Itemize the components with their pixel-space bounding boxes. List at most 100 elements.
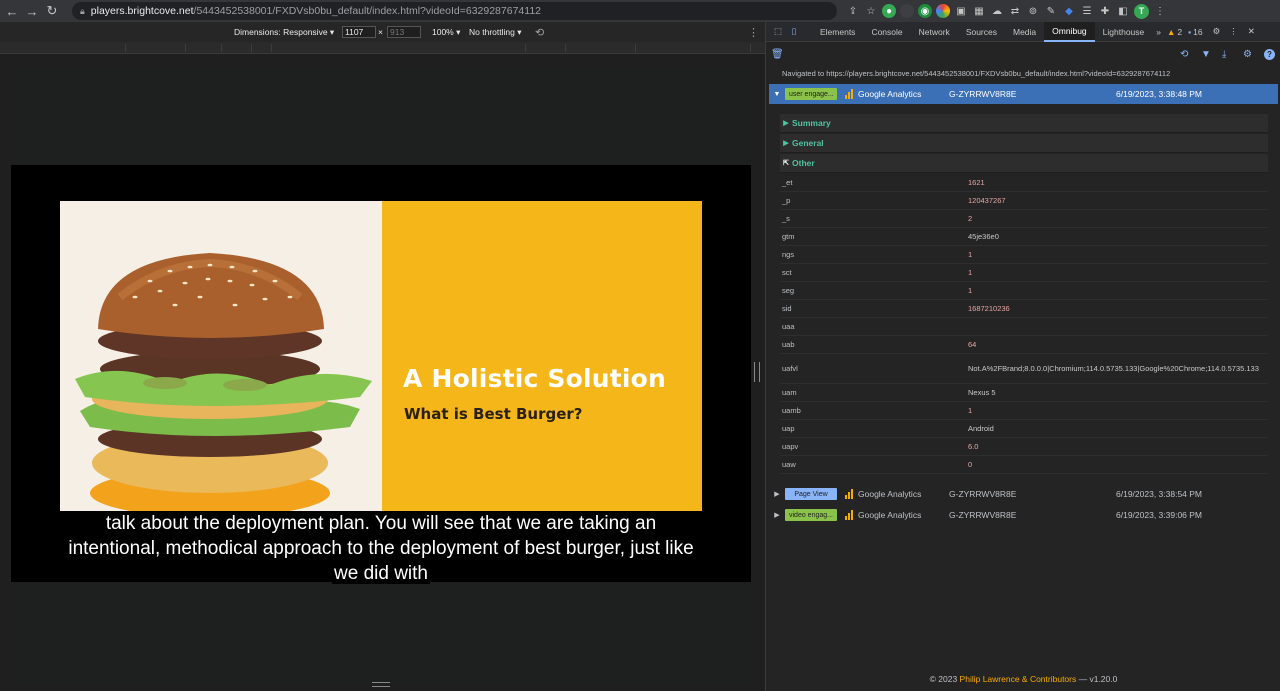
extension-cloud-icon[interactable]: ☁ (990, 4, 1004, 18)
resize-handle-right[interactable] (754, 362, 760, 382)
burger-image-panel (60, 201, 382, 517)
devtools-more-icon[interactable]: ⋮ (1229, 26, 1238, 37)
parameter-value: 1 (968, 406, 973, 415)
section-summary[interactable]: ▶ Summary (780, 114, 1268, 133)
extension-dark-icon[interactable] (900, 4, 914, 18)
tab-lighthouse[interactable]: Lighthouse (1095, 22, 1153, 42)
request-row[interactable]: ▶ video engag... Google Analytics G-ZYRR… (769, 505, 1278, 525)
device-more-icon[interactable]: ⋮ (748, 26, 759, 39)
dimensions-dropdown[interactable]: Dimensions: Responsive ▾ (234, 27, 334, 38)
parameter-key: uap (782, 424, 795, 433)
settings-gear-icon[interactable]: ⚙ (1213, 26, 1221, 37)
history-icon[interactable]: ⟲ (1180, 49, 1188, 60)
message-icon[interactable]: ▪ (1188, 27, 1191, 37)
share-icon[interactable]: ⇪ (846, 4, 860, 18)
tab-omnibug[interactable]: Omnibug (1044, 21, 1095, 42)
parameter-key: _s (782, 214, 790, 223)
video-player[interactable]: A Holistic Solution What is Best Burger?… (11, 165, 751, 584)
reload-icon[interactable]: ↻ (42, 0, 62, 22)
throttling-dropdown[interactable]: No throttling ▾ (469, 27, 521, 38)
extension-photo-icon[interactable]: ▦ (972, 4, 986, 18)
extension-pen-icon[interactable]: ✎ (1044, 4, 1058, 18)
back-icon[interactable]: ← (2, 0, 22, 22)
resize-handle-bottom[interactable] (372, 682, 390, 687)
expand-arrow-icon[interactable]: ▶ (771, 511, 783, 519)
parameter-row: uam Nexus 5 (780, 384, 1268, 402)
extension-ga-icon[interactable]: ◉ (918, 4, 932, 18)
omnibug-settings-icon[interactable]: ⚙ (1243, 49, 1252, 60)
footer-version: — v1.20.0 (1076, 674, 1118, 684)
account-id: G-ZYRRWV8R8E (949, 510, 1017, 520)
device-toggle-icon[interactable]: ▯ (786, 26, 802, 37)
extension-arrow-icon[interactable]: ⇄ (1008, 4, 1022, 18)
devtools-panel: ⬚ ▯ Elements Console Network Sources Med… (765, 21, 1280, 691)
section-other[interactable]: ⇱ Other (780, 154, 1268, 173)
parameter-key: uam (782, 388, 797, 397)
parameter-key: sct (782, 268, 792, 277)
help-icon[interactable]: ? (1264, 48, 1275, 60)
tab-elements[interactable]: Elements (812, 22, 863, 42)
side-panel-icon[interactable]: ◧ (1116, 4, 1130, 18)
extension-box-icon[interactable]: ▣ (954, 4, 968, 18)
parameter-key: uaa (782, 322, 795, 331)
collapse-arrow-icon[interactable]: ▼ (771, 91, 783, 98)
expand-arrow-icon[interactable]: ▶ (771, 490, 783, 498)
lock-icon: 🔒︎ (80, 5, 85, 16)
request-time: 6/19/2023, 3:39:06 PM (1116, 510, 1203, 520)
google-analytics-icon (845, 510, 853, 520)
section-label: Summary (792, 118, 831, 128)
extensions-puzzle-icon[interactable]: ✚ (1098, 4, 1112, 18)
parameter-value: 1 (968, 250, 973, 259)
zoom-dropdown[interactable]: 100% ▾ (432, 27, 460, 38)
provider-name: Google Analytics (858, 89, 922, 99)
request-row[interactable]: ▶ Page View Google Analytics G-ZYRRWV8R8… (769, 484, 1278, 504)
rotate-icon[interactable]: ⟲ (535, 26, 544, 39)
tab-network[interactable]: Network (911, 22, 958, 42)
clear-trash-icon[interactable]: 🗑︎ (771, 49, 784, 60)
parameter-value: 0 (968, 460, 973, 469)
tab-console[interactable]: Console (863, 22, 910, 42)
extension-blue-icon[interactable]: ◆ (1062, 4, 1076, 18)
extension-list-icon[interactable]: ☰ (1080, 4, 1094, 18)
times-sign: × (378, 27, 383, 37)
tab-media[interactable]: Media (1005, 22, 1044, 42)
width-input[interactable]: 1107 (342, 26, 376, 38)
menu-kebab-icon[interactable]: ⋮ (1153, 4, 1167, 18)
provider-name: Google Analytics (858, 489, 922, 499)
extension-color-icon[interactable] (936, 4, 950, 18)
close-devtools-icon[interactable]: ✕ (1248, 26, 1255, 37)
parameter-key: gtm (782, 232, 795, 241)
parameter-value: Not.A%2FBrand;8.0.0.0|Chromium;114.0.573… (968, 364, 1259, 373)
footer-contributors-link[interactable]: Philip Lawrence & Contributors (960, 674, 1077, 684)
bookmark-star-icon[interactable]: ☆ (864, 4, 878, 18)
extension-spin-icon[interactable]: ⊚ (1026, 4, 1040, 18)
parameter-key: uamb (782, 406, 801, 415)
tab-sources[interactable]: Sources (958, 22, 1005, 42)
parameter-row: uapv 6.0 (780, 438, 1268, 456)
account-id: G-ZYRRWV8R8E (949, 89, 1017, 99)
extension-green-icon[interactable]: ● (882, 4, 896, 18)
address-bar[interactable]: 🔒︎ players.brightcove.net /5443452538001… (72, 2, 837, 20)
message-count: 16 (1193, 26, 1203, 37)
profile-avatar[interactable]: T (1134, 3, 1149, 19)
request-row[interactable]: ▼ user engage... Google Analytics G-ZYRR… (769, 84, 1278, 104)
section-label: General (792, 138, 824, 148)
mouse-cursor-icon: ⇱ (783, 160, 789, 167)
warning-icon[interactable]: ▲ (1167, 27, 1175, 37)
parameter-value: 1 (968, 286, 973, 295)
more-tabs-button[interactable]: » (1152, 22, 1165, 42)
parameter-value: 6.0 (968, 442, 979, 451)
download-icon[interactable]: ⤓ (1222, 49, 1226, 60)
slide-title: A Holistic Solution (403, 364, 667, 393)
parameter-row: sct 1 (780, 264, 1268, 282)
filter-icon[interactable]: ▼ (1201, 49, 1211, 60)
section-general[interactable]: ▶ General (780, 134, 1268, 153)
warning-count: 2 (1177, 26, 1183, 37)
height-input[interactable]: 913 (387, 26, 421, 38)
expand-arrow-icon: ▶ (783, 120, 789, 127)
inspect-icon[interactable]: ⬚ (770, 26, 786, 37)
forward-icon[interactable]: → (22, 0, 42, 22)
device-toolbar: Dimensions: Responsive ▾ 1107 × 913 100%… (0, 22, 765, 42)
url-host: players.brightcove.net (90, 5, 194, 17)
expand-arrow-icon: ▶ (783, 140, 789, 147)
